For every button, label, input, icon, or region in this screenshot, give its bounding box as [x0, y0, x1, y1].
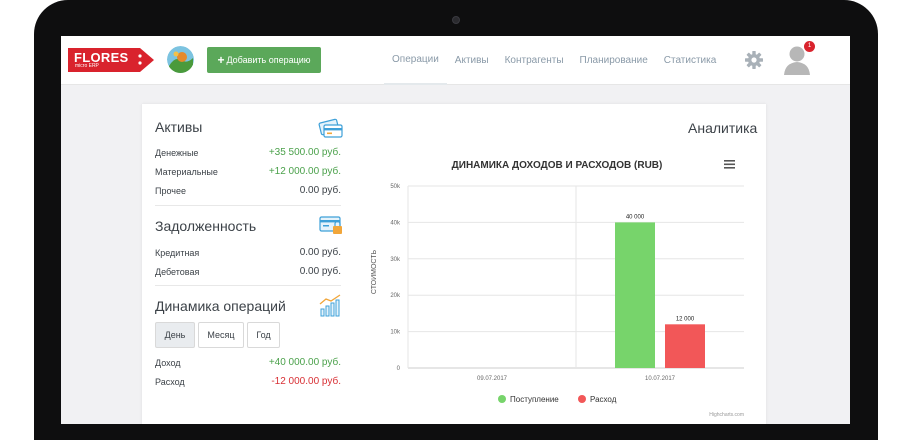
bar-expense[interactable]	[665, 324, 705, 368]
divider	[155, 285, 341, 286]
chart-legend: Поступление Расход	[498, 395, 617, 404]
company-avatar[interactable]	[167, 46, 194, 73]
income-label: Доход	[155, 358, 181, 368]
add-operation-button[interactable]: + Добавить операцию	[207, 47, 321, 73]
flores-logo[interactable]: FLORES micro ERP	[68, 48, 154, 72]
webcam	[452, 16, 460, 24]
legend-marker	[498, 395, 506, 403]
nav-operations[interactable]: Операции	[384, 36, 447, 85]
dashboard-card: Активы Денежные +35 500.00 руб. Материал…	[142, 104, 766, 424]
assets-title: Активы	[155, 119, 203, 135]
legend-marker	[578, 395, 586, 403]
nav-statistics[interactable]: Статистика	[656, 36, 725, 85]
period-month-label: Месяц	[207, 330, 235, 340]
assets-other-value: 0.00 руб.	[299, 185, 341, 196]
analytics-title: Аналитика	[688, 120, 758, 136]
bar-data-label: 12 000	[676, 316, 695, 322]
bar-data-label: 40 000	[626, 214, 645, 220]
growth-chart-icon	[318, 294, 344, 318]
income-value: +40 000.00 руб.	[268, 357, 341, 368]
debts-credit-value: 0.00 руб.	[299, 247, 341, 258]
income-expense-chart: ДИНАМИКА ДОХОДОВ И РАСХОДОВ (RUB) СТОИМО…	[371, 160, 744, 418]
gear-icon[interactable]	[744, 50, 764, 70]
expense-label: Расход	[155, 377, 185, 387]
assets-other-label: Прочее	[155, 186, 186, 196]
y-axis-title: СТОИМОСТЬ	[371, 249, 378, 294]
nav-planning-label: Планирование	[579, 55, 648, 66]
main-nav: Операции Активы Контрагенты Планирование…	[384, 36, 724, 85]
app-screen: FLORES micro ERP + Добавить операцию Опе…	[61, 36, 850, 424]
y-tick-label: 40k	[390, 220, 401, 226]
credit-card-lock-icon	[318, 214, 344, 238]
plus-icon: +	[217, 53, 225, 67]
assets-material-label: Материальные	[155, 167, 218, 177]
bar-income[interactable]	[615, 222, 655, 368]
x-tick-label: 10.07.2017	[645, 376, 676, 382]
y-tick-label: 10k	[390, 330, 401, 336]
legend-label: Расход	[590, 395, 617, 404]
y-tick-label: 50k	[390, 184, 401, 190]
y-tick-label: 0	[397, 366, 401, 372]
period-year-button[interactable]: Год	[247, 322, 280, 348]
nav-statistics-label: Статистика	[663, 55, 717, 66]
nav-operations-label: Операции	[392, 54, 439, 65]
y-tick-label: 30k	[390, 257, 401, 263]
debts-credit-label: Кредитная	[155, 248, 200, 258]
period-month-button[interactable]: Месяц	[198, 322, 244, 348]
y-tick-label: 20k	[390, 293, 401, 299]
legend-item-income[interactable]: Поступление	[498, 395, 559, 404]
expense-value: -12 000.00 руб.	[271, 376, 341, 387]
nav-assets-label: Активы	[454, 55, 489, 66]
add-operation-label: Добавить операцию	[226, 55, 311, 65]
nav-counterparties[interactable]: Контрагенты	[497, 36, 572, 85]
assets-material-value: +12 000.00 руб.	[268, 166, 341, 177]
cards-icon	[318, 116, 344, 140]
period-day-label: День	[164, 330, 186, 340]
chart-credits[interactable]: Highcharts.com	[709, 412, 744, 418]
debts-debit-value: 0.00 руб.	[299, 266, 341, 277]
hamburger-menu-icon[interactable]	[724, 160, 735, 169]
nav-planning[interactable]: Планирование	[572, 36, 656, 85]
nav-assets[interactable]: Активы	[447, 36, 497, 85]
assets-money-label: Денежные	[155, 148, 199, 158]
chart-title: ДИНАМИКА ДОХОДОВ И РАСХОДОВ (RUB)	[452, 160, 663, 171]
x-tick-label: 09.07.2017	[477, 376, 508, 382]
divider	[155, 205, 341, 206]
legend-label: Поступление	[510, 395, 559, 404]
nav-counterparties-label: Контрагенты	[504, 55, 564, 66]
debts-debit-label: Дебетовая	[155, 267, 200, 277]
legend-item-expense[interactable]: Расход	[578, 395, 617, 404]
period-day-button[interactable]: День	[155, 322, 195, 348]
dynamics-title: Динамика операций	[155, 298, 286, 314]
notification-badge[interactable]: 1	[804, 41, 815, 52]
top-navbar: FLORES micro ERP + Добавить операцию Опе…	[61, 36, 850, 85]
debts-title: Задолженность	[155, 218, 257, 234]
period-year-label: Год	[256, 330, 271, 340]
assets-money-value: +35 500.00 руб.	[268, 147, 341, 158]
logo-subtitle: micro ERP	[75, 63, 99, 69]
